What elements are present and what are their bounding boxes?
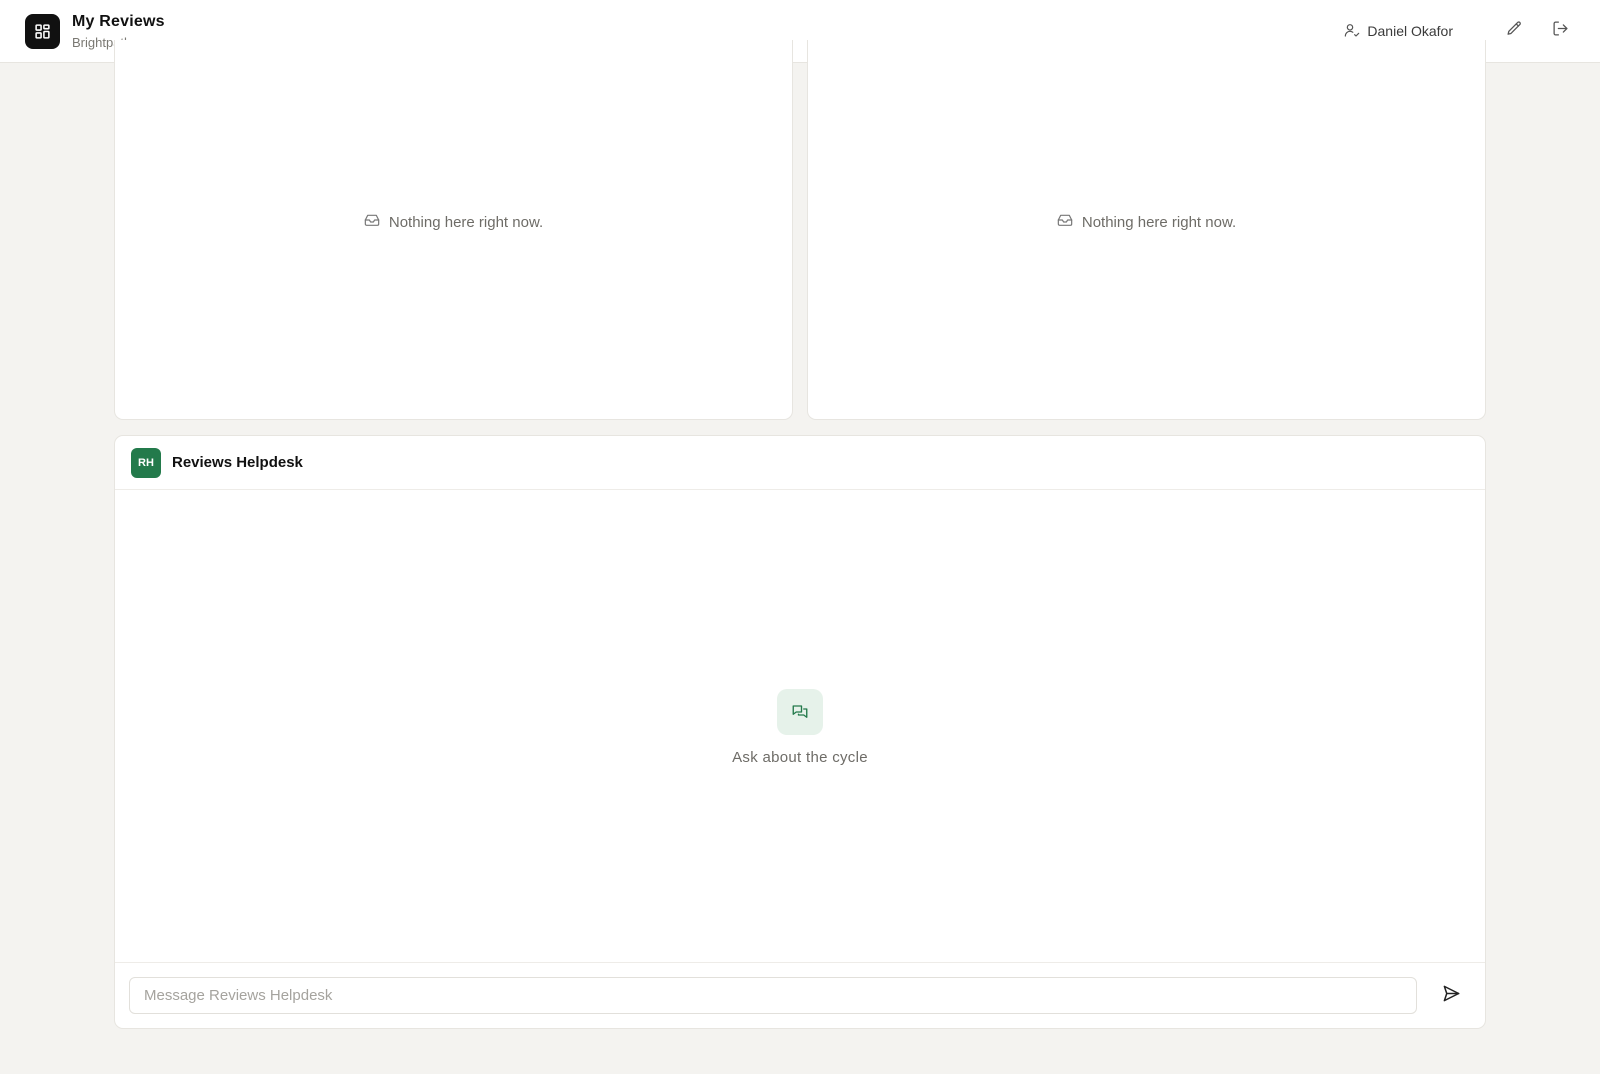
message-composer: [115, 962, 1485, 1028]
review-panel-right: Nothing here right now.: [807, 40, 1486, 420]
user-check-icon: [1344, 22, 1360, 41]
send-icon: [1442, 984, 1461, 1008]
grid-icon[interactable]: [25, 13, 60, 49]
chat-bubbles-icon: [777, 689, 823, 735]
edit-button[interactable]: [1499, 16, 1529, 46]
helpdesk-title: Reviews Helpdesk: [172, 454, 303, 471]
empty-state-text: Nothing here right now.: [1081, 213, 1237, 231]
user-chip[interactable]: Daniel Okafor: [1344, 22, 1453, 41]
avatar: RH: [131, 447, 161, 478]
empty-state: Nothing here right now.: [115, 212, 792, 232]
logout-icon: [1552, 20, 1569, 42]
message-input[interactable]: [129, 977, 1417, 1014]
pencil-icon: [1506, 20, 1523, 42]
inbox-icon: [1057, 212, 1073, 232]
empty-state: Nothing here right now.: [808, 212, 1485, 232]
app-title: My Reviews: [72, 12, 165, 30]
empty-state-text: Nothing here right now.: [388, 213, 544, 231]
helpdesk-header: RH Reviews Helpdesk: [115, 436, 1485, 490]
chat-empty-state: Ask about the cycle: [115, 689, 1485, 766]
send-button[interactable]: [1431, 977, 1471, 1014]
chat-empty-text: Ask about the cycle: [732, 749, 868, 766]
user-name: Daniel Okafor: [1367, 23, 1453, 39]
helpdesk-panel: RH Reviews Helpdesk Ask about the cycle: [114, 435, 1486, 1029]
inbox-icon: [364, 212, 380, 232]
chat-messages[interactable]: Ask about the cycle: [115, 490, 1485, 962]
logout-button[interactable]: [1545, 16, 1575, 46]
review-panel-left: Nothing here right now.: [114, 40, 793, 420]
